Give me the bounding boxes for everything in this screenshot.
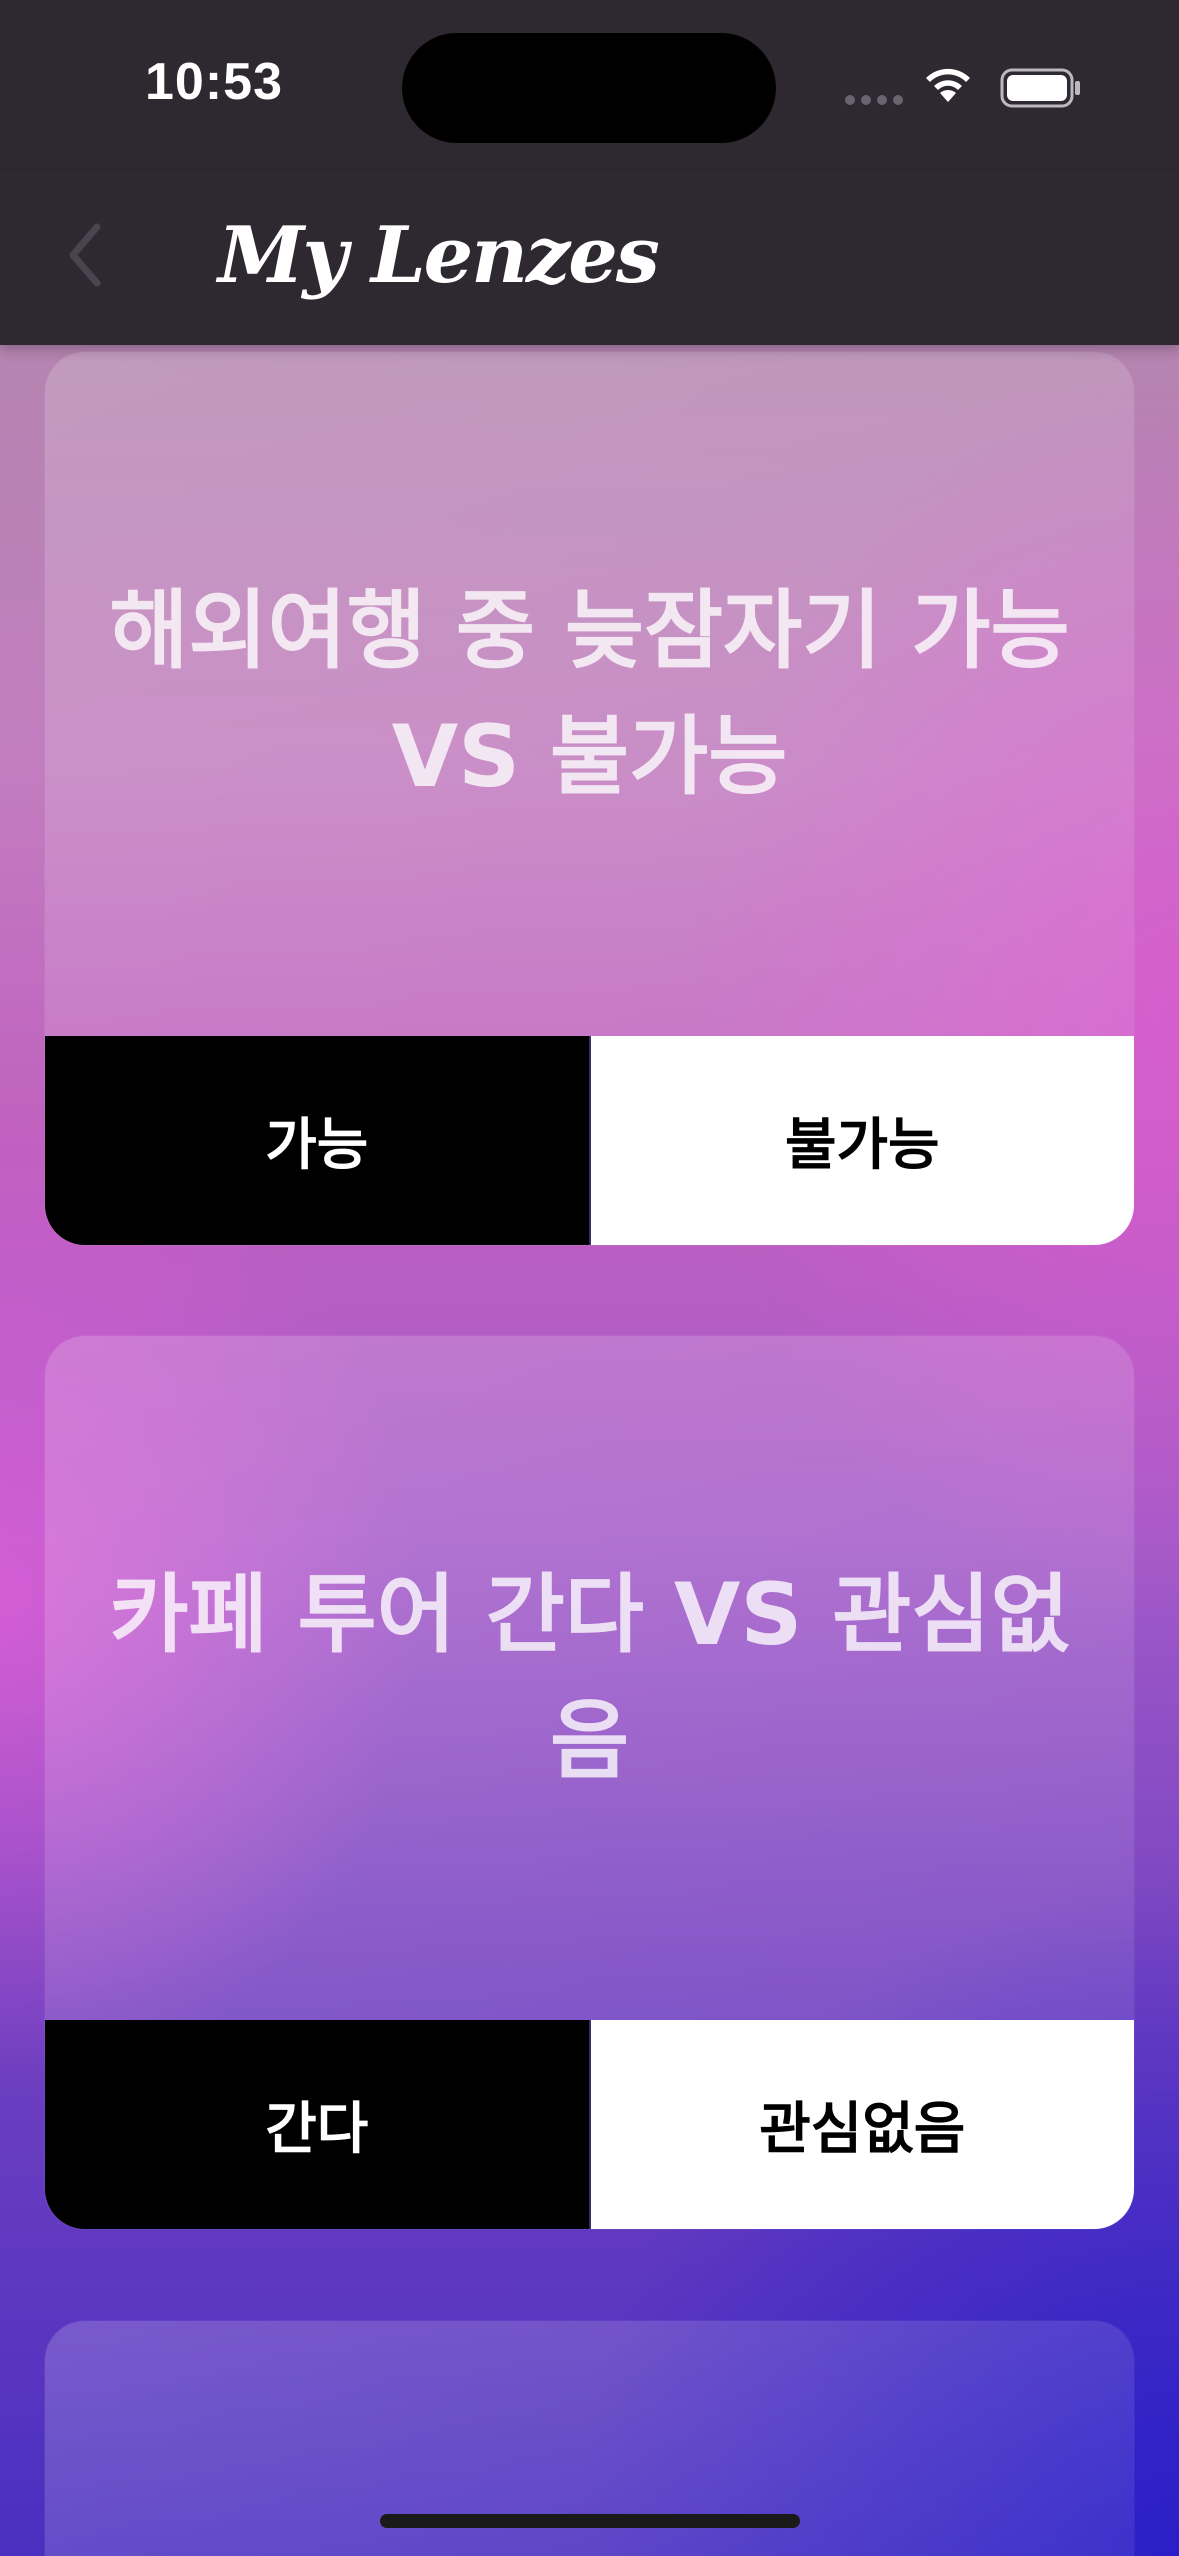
option-b-button[interactable]: 관심없음 — [588, 2020, 1134, 2229]
question-card: 카페 투어 간다 VS 관심없음 간다 관심없음 — [45, 1336, 1134, 2229]
option-a-button[interactable]: 간다 — [45, 2020, 589, 2229]
status-time: 10:53 — [145, 53, 283, 111]
app-title: My Lenzes — [218, 210, 660, 301]
wifi-icon — [926, 68, 970, 102]
cellular-signal-icon — [845, 95, 903, 105]
back-button[interactable] — [55, 215, 115, 295]
home-indicator[interactable] — [380, 2514, 800, 2528]
choice-row: 간다 관심없음 — [45, 2020, 1134, 2229]
option-a-button[interactable]: 가능 — [45, 1036, 589, 1245]
battery-icon — [1000, 68, 1080, 108]
card-question: 카페 투어 간다 VS 관심없음 — [109, 1565, 1070, 1791]
option-b-button[interactable]: 불가능 — [588, 1036, 1134, 1245]
card-question: 해외여행 중 늦잠자기 가능 VS 불가능 — [109, 581, 1070, 807]
question-card: 해외여행 중 늦잠자기 가능 VS 불가능 가능 불가능 — [45, 352, 1134, 1245]
dynamic-island — [402, 33, 776, 143]
status-bar: 10:53 — [0, 0, 1179, 170]
chevron-left-icon — [69, 223, 101, 287]
navigation-bar: My Lenzes — [0, 170, 1179, 345]
choice-row: 가능 불가능 — [45, 1036, 1134, 1245]
